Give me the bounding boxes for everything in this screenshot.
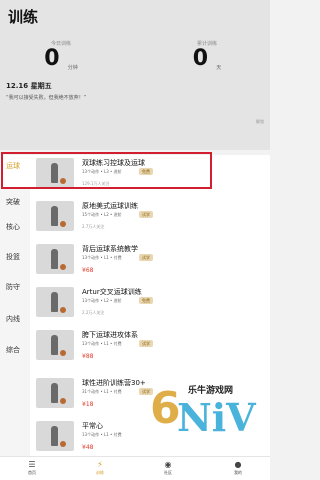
home-icon: ☰ bbox=[28, 460, 36, 469]
course-followers: 2.7万人关注 bbox=[82, 224, 105, 229]
course-card[interactable]: 胯下运球进攻体系 13个动作 • L1 • 付费 试学 ¥88 bbox=[30, 327, 270, 370]
course-card[interactable]: 原地美式运球训练 15个动作 • L2 • 进阶 试学 2.7万人关注 bbox=[30, 198, 270, 241]
sidebar-item-breakthrough[interactable]: 突破 bbox=[0, 197, 30, 211]
course-thumbnail bbox=[36, 287, 74, 317]
watermark-text: 乐牛游戏网 bbox=[188, 386, 234, 396]
tab-me[interactable]: ● 我的 bbox=[218, 459, 258, 476]
total-training-stat: 累计训练 0 天 bbox=[172, 40, 242, 71]
course-title: 胯下运球进攻体系 bbox=[82, 331, 138, 339]
today-training-value: 0 bbox=[44, 46, 60, 71]
course-tag: 试学 bbox=[139, 340, 153, 347]
course-tag: 试学 bbox=[139, 211, 153, 218]
course-price: ¥48 bbox=[82, 444, 94, 451]
course-thumbnail bbox=[36, 201, 74, 231]
course-meta: 31个动作 • L1 • 付费 bbox=[82, 389, 122, 394]
today-training-label: 今日训练 bbox=[50, 41, 71, 47]
course-meta: 13个动作 • L2 • 进阶 bbox=[82, 298, 122, 303]
eye-icon: ◉ bbox=[164, 460, 172, 469]
total-training-value: 0 bbox=[192, 46, 209, 71]
course-meta: 13个动作 • L1 • 付费 bbox=[82, 341, 122, 346]
sidebar-item-comprehensive[interactable]: 综合 bbox=[0, 345, 30, 359]
watermark-logo-text: NiV bbox=[177, 395, 256, 440]
category-sidebar: 运球 突破 核心 投篮 防守 内线 综合 bbox=[0, 155, 30, 456]
page-title: 训练 bbox=[8, 8, 39, 26]
tab-training[interactable]: ⚡ 训练 bbox=[80, 459, 120, 476]
course-thumbnail bbox=[36, 330, 74, 360]
stats-header bbox=[0, 0, 270, 150]
course-thumbnail bbox=[36, 378, 74, 408]
sidebar-item-post[interactable]: 内线 bbox=[0, 314, 30, 328]
sidebar-item-core[interactable]: 核心 bbox=[0, 222, 30, 236]
date-label: 12.16 星期五 bbox=[6, 82, 52, 90]
course-followers: 2.2万人关注 bbox=[82, 310, 105, 315]
tab-home-label: 首页 bbox=[28, 470, 36, 475]
course-title: 背后运球系统教学 bbox=[82, 245, 138, 253]
course-title: 球性进阶训练营30+ bbox=[82, 379, 146, 387]
course-title: 原地美式运球训练 bbox=[82, 202, 138, 210]
motivational-quote: “我可以接受失败，但我绝不放弃！” bbox=[6, 95, 87, 101]
course-meta: 15个动作 • L2 • 进阶 bbox=[82, 212, 122, 217]
tab-training-label: 训练 bbox=[96, 470, 104, 475]
today-training-stat: 今日训练 0 分钟 bbox=[26, 40, 96, 71]
person-icon: ● bbox=[234, 460, 242, 469]
course-price: ¥88 bbox=[82, 353, 94, 360]
course-title: 平常心 bbox=[82, 422, 103, 430]
bottom-tab-bar: ☰ 首页 ⚡ 训练 ◉ 社区 ● 我的 bbox=[0, 456, 270, 480]
course-tag: 免费 bbox=[139, 297, 153, 304]
tab-community[interactable]: ◉ 社区 bbox=[148, 459, 188, 476]
course-card[interactable]: 背后运球系统教学 13个动作 • L1 • 付费 试学 ¥68 bbox=[30, 241, 270, 284]
tab-community-label: 社区 bbox=[164, 470, 172, 475]
course-title: Artur交叉运球训练 bbox=[82, 288, 142, 296]
course-price: ¥68 bbox=[82, 267, 94, 274]
course-tag: 试学 bbox=[139, 254, 153, 261]
course-thumbnail bbox=[36, 421, 74, 451]
today-training-unit: 分钟 bbox=[67, 65, 78, 71]
sidebar-item-defense[interactable]: 防守 bbox=[0, 282, 30, 296]
course-meta: 13个动作 • L1 • 付费 bbox=[82, 432, 122, 437]
sidebar-item-shooting[interactable]: 投篮 bbox=[0, 252, 30, 266]
total-training-unit: 天 bbox=[216, 65, 222, 71]
highlight-box bbox=[1, 152, 212, 189]
tab-home[interactable]: ☰ 首页 bbox=[12, 459, 52, 476]
unlock-link[interactable]: 解锁 bbox=[256, 119, 264, 125]
lightning-icon: ⚡ bbox=[97, 460, 103, 469]
course-thumbnail bbox=[36, 244, 74, 274]
course-card[interactable]: Artur交叉运球训练 13个动作 • L2 • 进阶 免费 2.2万人关注 bbox=[30, 284, 270, 327]
tab-me-label: 我的 bbox=[234, 470, 242, 475]
course-price: ¥18 bbox=[82, 401, 94, 408]
course-meta: 13个动作 • L1 • 付费 bbox=[82, 255, 122, 260]
